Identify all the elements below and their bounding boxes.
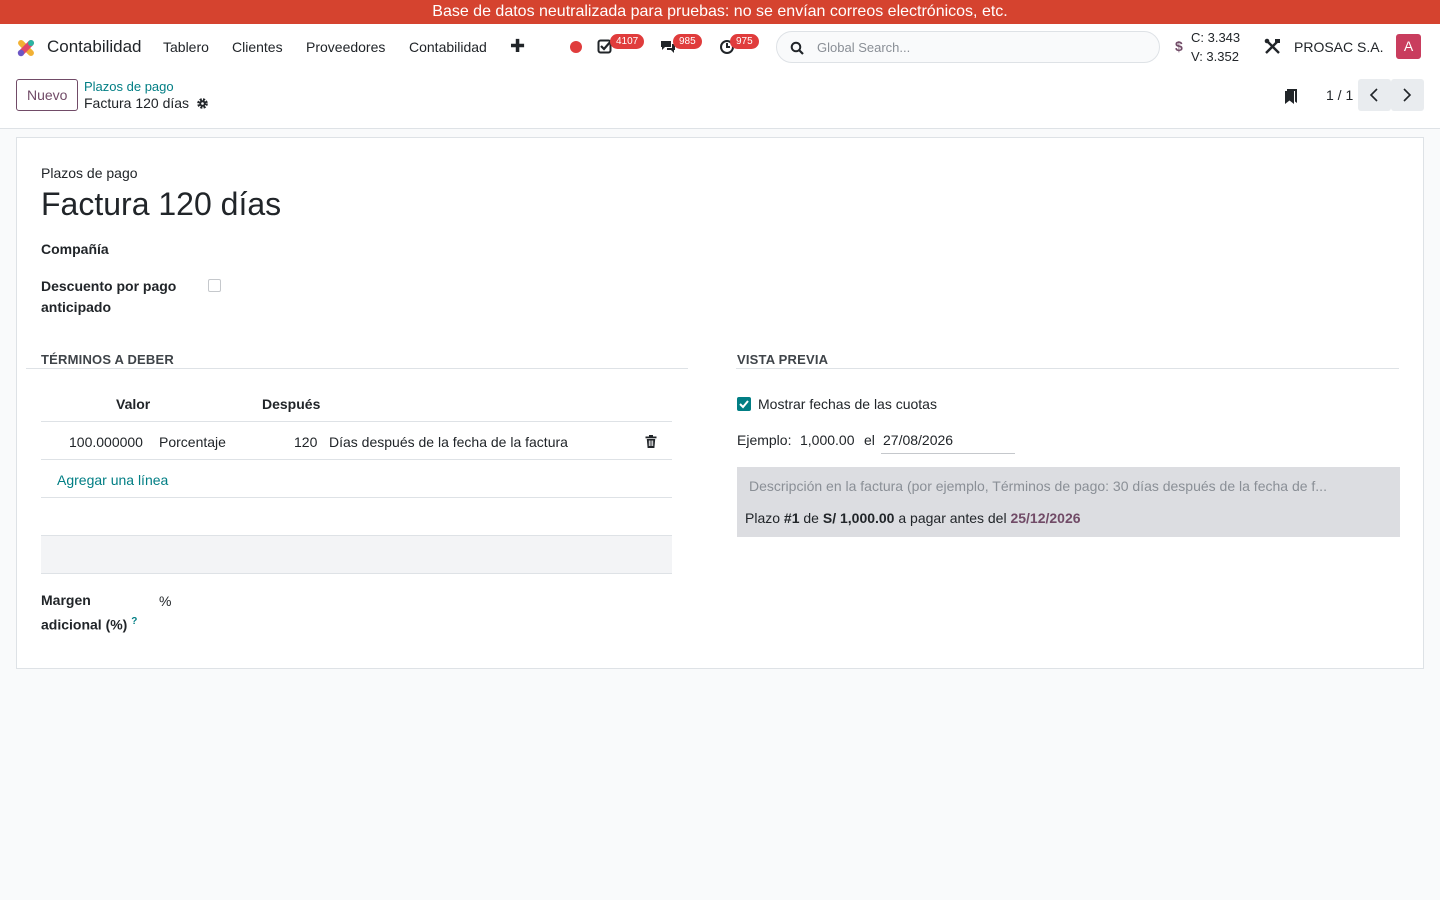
new-button[interactable]: Nuevo bbox=[16, 79, 79, 111]
trash-icon[interactable] bbox=[645, 435, 657, 448]
table-header-divider bbox=[41, 421, 672, 422]
chevron-right-icon bbox=[1403, 88, 1412, 102]
rate-buy: C: 3.343 bbox=[1191, 30, 1241, 45]
example-on-label: el bbox=[864, 432, 875, 448]
table-row-divider bbox=[41, 459, 672, 460]
currency-dollar-icon[interactable]: $ bbox=[1175, 38, 1183, 54]
search-icon bbox=[790, 41, 804, 55]
cell-value[interactable]: 100.000000 bbox=[69, 434, 143, 450]
margin-label-line1: Margen bbox=[41, 592, 91, 608]
checkmark-icon bbox=[739, 400, 749, 409]
margin-label-line2: adicional (%) ? bbox=[41, 611, 137, 636]
breadcrumb-parent-link[interactable]: Plazos de pago bbox=[84, 79, 174, 94]
installment-number: #1 bbox=[783, 510, 800, 526]
empty-table-row bbox=[41, 536, 672, 573]
app-name[interactable]: Contabilidad bbox=[47, 37, 142, 57]
margin-percent-unit: % bbox=[159, 593, 172, 609]
installment-de: de bbox=[803, 510, 819, 526]
menu-proveedores[interactable]: Proveedores bbox=[306, 39, 385, 55]
cell-delay-type[interactable]: Días después de la fecha de la factura bbox=[329, 434, 568, 450]
control-panel: Nuevo Plazos de pago Factura 120 días 1 … bbox=[0, 70, 1440, 129]
pager-next-button[interactable] bbox=[1391, 79, 1424, 111]
terms-section-title: TÉRMINOS A DEBER bbox=[41, 352, 174, 367]
activities-badge: 4107 bbox=[610, 34, 645, 49]
company-switcher[interactable]: PROSAC S.A. bbox=[1294, 39, 1383, 55]
terms-separator bbox=[26, 368, 688, 369]
menu-tablero[interactable]: Tablero bbox=[163, 39, 209, 55]
early-discount-label-line2: anticipado bbox=[41, 299, 112, 315]
company-label: Compañía bbox=[41, 241, 109, 257]
help-tooltip-icon[interactable]: ? bbox=[131, 616, 137, 627]
gear-icon[interactable] bbox=[196, 97, 209, 110]
table-bottom-divider bbox=[41, 573, 672, 574]
table-row-divider bbox=[41, 497, 672, 498]
chevron-left-icon bbox=[1369, 88, 1378, 102]
exchange-rates: C: 3.343 V: 3.352 bbox=[1191, 28, 1240, 66]
example-date-input[interactable]: 27/08/2026 bbox=[881, 432, 1015, 454]
breadcrumb-current: Factura 120 días bbox=[84, 95, 190, 111]
show-dates-label[interactable]: Mostrar fechas de las cuotas bbox=[758, 396, 937, 412]
global-search-input[interactable] bbox=[817, 36, 1147, 58]
bookmark-icon[interactable] bbox=[1284, 88, 1298, 105]
form-sheet: Plazos de pago Factura 120 días Compañía… bbox=[16, 137, 1424, 669]
pager-previous-button[interactable] bbox=[1358, 79, 1391, 111]
menu-contabilidad[interactable]: Contabilidad bbox=[409, 39, 487, 55]
margin-label: Margen adicional (%) ? bbox=[41, 590, 137, 636]
record-title-input[interactable]: Factura 120 días bbox=[41, 186, 281, 223]
early-discount-label-line1: Descuento por pago bbox=[41, 278, 177, 294]
top-navbar: Contabilidad Tablero Clientes Proveedore… bbox=[0, 24, 1440, 70]
accounting-app-icon[interactable] bbox=[15, 37, 37, 59]
early-discount-label: Descuento por pago anticipado bbox=[41, 276, 176, 318]
installment-prefix: Plazo bbox=[745, 510, 781, 526]
show-dates-checkbox[interactable] bbox=[737, 397, 751, 411]
cell-value-type[interactable]: Porcentaje bbox=[159, 434, 226, 450]
test-database-banner: Base de datos neutralizada para pruebas:… bbox=[0, 0, 1440, 24]
invoice-description-input[interactable]: Descripción en la factura (por ejemplo, … bbox=[749, 478, 1327, 494]
debug-tools-icon[interactable] bbox=[1264, 38, 1281, 55]
margin-label-line2-text: adicional (%) bbox=[41, 616, 128, 633]
pager-value[interactable]: 1 / 1 bbox=[1326, 87, 1353, 103]
cell-days[interactable]: 120 bbox=[294, 434, 317, 450]
installment-due-date: 25/12/2026 bbox=[1010, 510, 1081, 526]
early-discount-checkbox[interactable] bbox=[208, 279, 221, 292]
messages-badge: 985 bbox=[673, 34, 702, 49]
preview-separator bbox=[736, 368, 1399, 369]
rate-sell: V: 3.352 bbox=[1191, 49, 1239, 64]
model-label: Plazos de pago bbox=[41, 165, 138, 181]
column-header-valor[interactable]: Valor bbox=[116, 396, 150, 412]
example-label: Ejemplo: bbox=[737, 432, 792, 448]
preview-section-title: VISTA PREVIA bbox=[737, 352, 829, 367]
installment-amount: S/ 1,000.00 bbox=[822, 510, 895, 526]
quick-create-plus-icon[interactable]: ✚ bbox=[510, 36, 525, 57]
global-search[interactable] bbox=[776, 31, 1160, 63]
menu-clientes[interactable]: Clientes bbox=[232, 39, 283, 55]
column-header-despues[interactable]: Después bbox=[262, 396, 320, 412]
installment-line: Plazo #1 de S/ 1,000.00 a pagar antes de… bbox=[745, 510, 1081, 526]
user-avatar[interactable]: A bbox=[1396, 34, 1421, 59]
installment-pay-label: a pagar antes del bbox=[898, 510, 1007, 526]
record-dot-icon[interactable] bbox=[570, 41, 582, 53]
preview-box: Descripción en la factura (por ejemplo, … bbox=[737, 467, 1400, 537]
timers-badge: 975 bbox=[730, 34, 759, 49]
add-line-link[interactable]: Agregar una línea bbox=[57, 472, 168, 488]
example-amount-input[interactable]: 1,000.00 bbox=[800, 432, 855, 448]
